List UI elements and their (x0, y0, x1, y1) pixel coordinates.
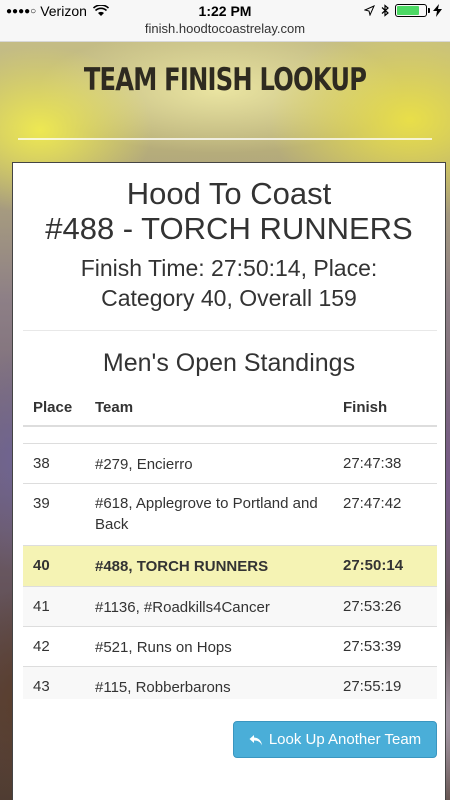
charging-icon (433, 4, 442, 17)
cell-finish: 27:53:26 (343, 598, 402, 615)
team-heading: #488 - TORCH RUNNERS (45, 211, 413, 246)
battery-level (397, 6, 420, 15)
cell-place: 38 (33, 455, 50, 472)
cell-place: 40 (33, 557, 50, 574)
result-card: Hood To Coast #488 - TORCH RUNNERS Finis… (12, 162, 446, 800)
address-bar[interactable]: finish.hoodtocoastrelay.com (0, 21, 450, 36)
table-row: 42 #521, Runs on Hops 27:53:39 (23, 626, 437, 666)
cell-finish: 27:47:42 (343, 495, 402, 512)
reply-arrow-icon (249, 734, 262, 745)
cell-finish: 27:55:19 (343, 678, 402, 695)
table-row-highlighted: 40 #488, TORCH RUNNERS 27:50:14 (23, 545, 437, 586)
table-row: 39 #618, Applegrove to Portland and Back… (23, 483, 437, 545)
status-bar: ●●●●○ Verizon 1:22 PM finish.hoodtocoast… (0, 0, 450, 42)
standings-table[interactable]: 38 #279, Encierro 27:47:38 39 #618, Appl… (23, 427, 437, 699)
cell-team: #279, Encierro (95, 456, 193, 473)
finish-time-line: Finish Time: 27:50:14, Place: (80, 255, 378, 281)
cell-team: #115, Robberbarons (95, 679, 231, 696)
column-header-team: Team (95, 399, 134, 416)
cell-place: 39 (33, 495, 50, 512)
look-up-button-label: Look Up Another Team (268, 731, 422, 748)
cell-place: 41 (33, 598, 50, 615)
cell-place: 43 (33, 678, 50, 695)
battery-icon (395, 4, 430, 17)
look-up-another-team-button[interactable]: Look Up Another Team (233, 721, 437, 758)
column-header-place: Place (33, 399, 73, 416)
table-row: 41 #1136, #Roadkills4Cancer 27:53:26 (23, 586, 437, 626)
cell-team: #521, Runs on Hops (95, 639, 232, 656)
cell-finish: 27:50:14 (343, 557, 404, 574)
location-icon (364, 5, 375, 16)
header-divider (18, 138, 432, 140)
cell-finish: 27:53:39 (343, 638, 402, 655)
cell-team: #1136, #Roadkills4Cancer (95, 599, 270, 616)
table-row: 43 #115, Robberbarons 27:55:19 (23, 666, 437, 699)
standings-title: Men's Open Standings (102, 349, 356, 377)
column-header-finish: Finish (343, 399, 388, 416)
page-title: TEAM FINISH LOOKUP (83, 62, 367, 98)
cell-finish: 27:47:38 (343, 455, 402, 472)
table-row-partial (23, 427, 437, 443)
table-row: 38 #279, Encierro 27:47:38 (23, 443, 437, 483)
bluetooth-icon (381, 4, 389, 17)
event-name: Hood To Coast (126, 176, 332, 211)
cell-team: #488, TORCH RUNNERS (95, 558, 269, 575)
cell-place: 42 (33, 638, 50, 655)
card-divider (23, 330, 437, 331)
status-icons (364, 4, 442, 17)
finish-summary: Finish Time: 27:50:14, Place: Category 4… (13, 253, 445, 313)
placement-line: Category 40, Overall 159 (101, 285, 357, 311)
cell-team: #618, Applegrove to Portland and Back (95, 495, 318, 533)
